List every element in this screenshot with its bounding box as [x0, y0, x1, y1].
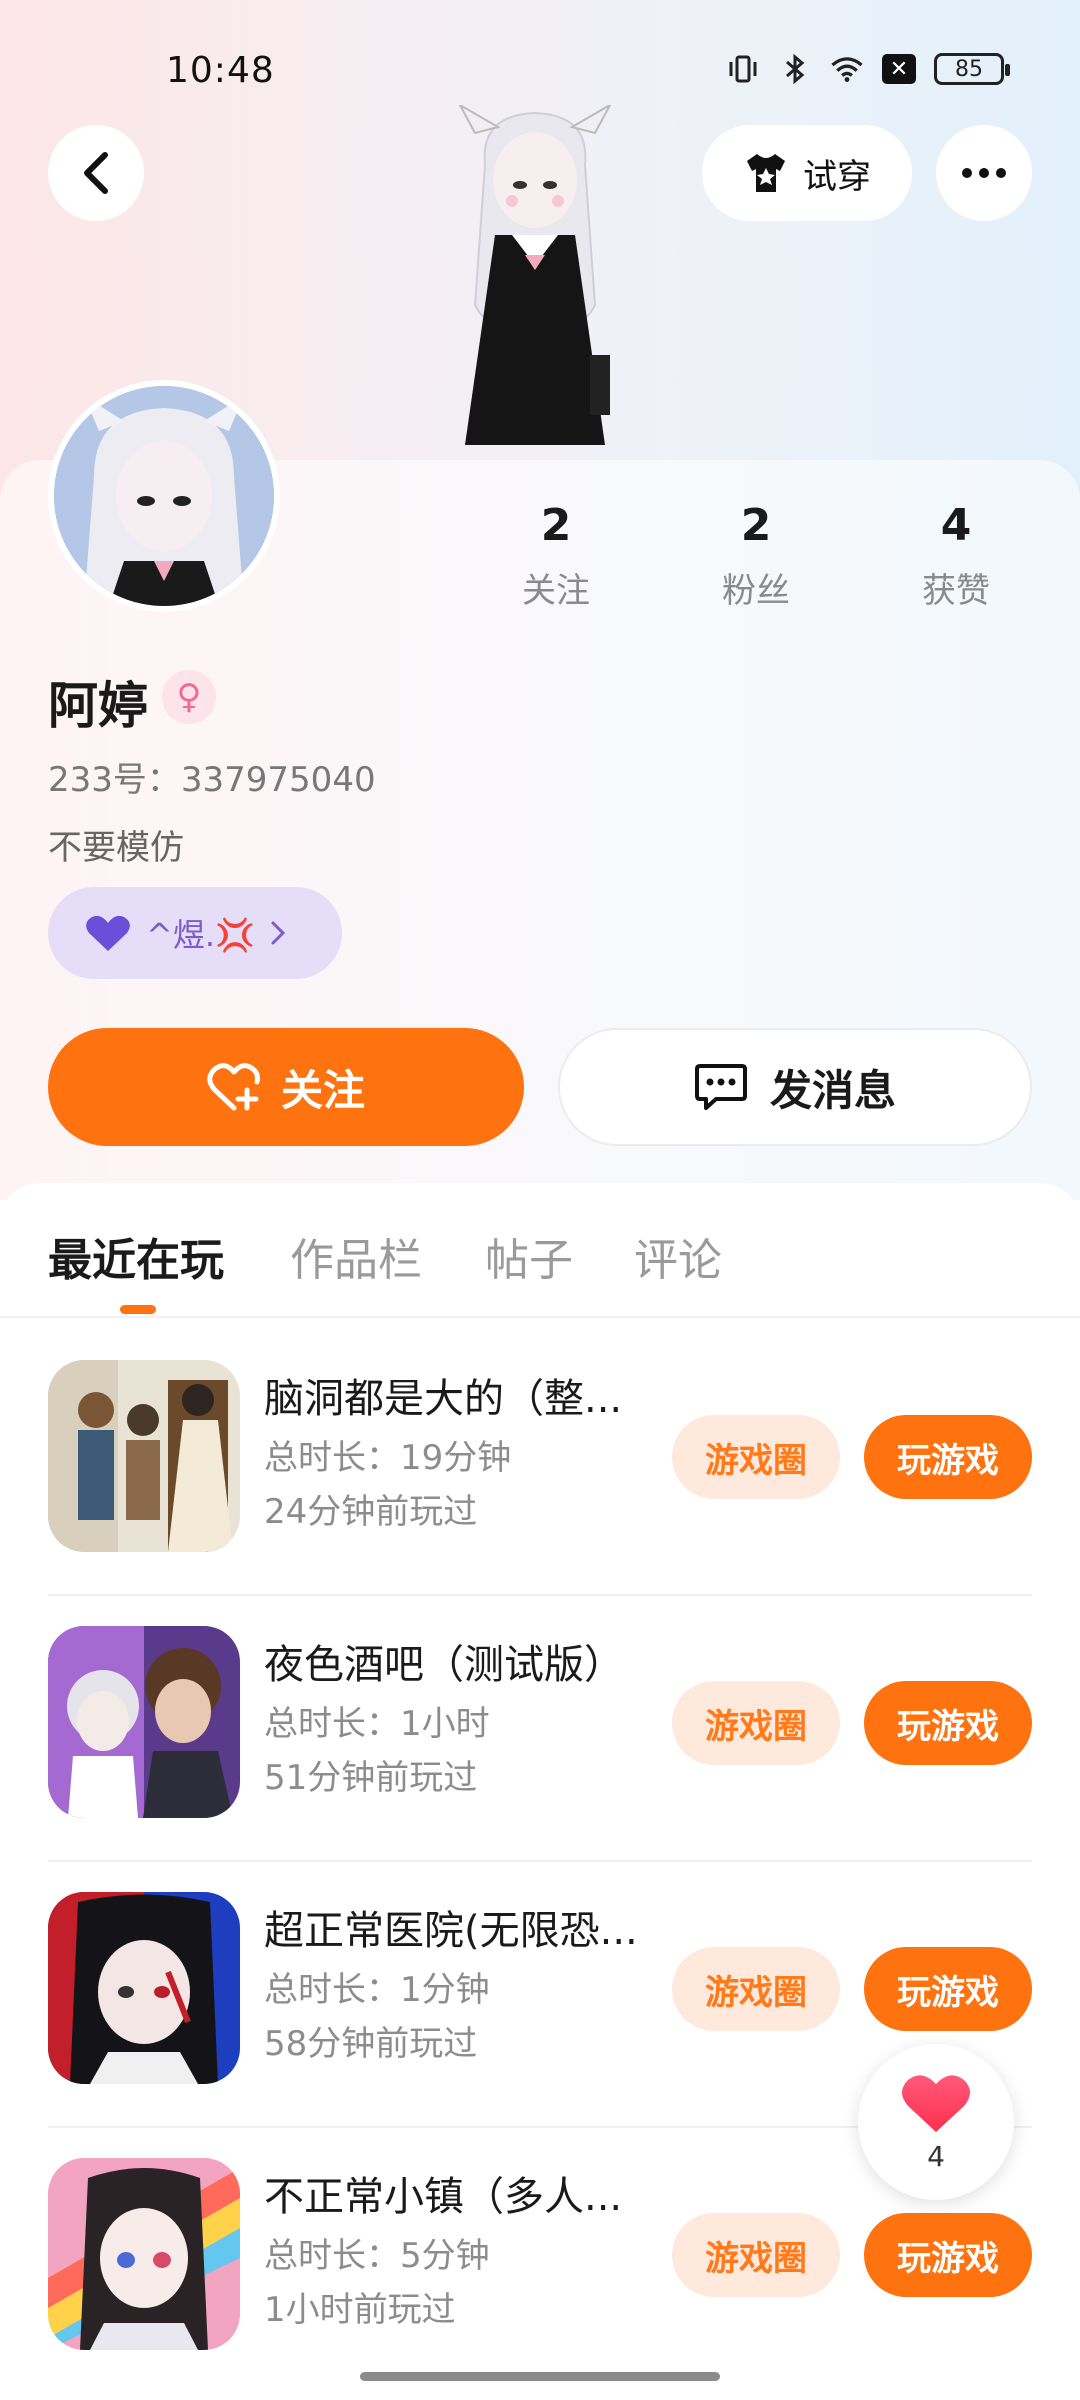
game-icon — [48, 1626, 240, 1818]
stat-likes-label: 获赞 — [922, 571, 990, 611]
game-duration: 总时长：1分钟 — [264, 1970, 490, 2010]
notification-x-icon: ✕ — [882, 54, 916, 84]
game-last-played: 1小时前玩过 — [264, 2290, 456, 2330]
more-dots-icon — [962, 168, 972, 178]
active-tab-indicator — [120, 1305, 156, 1314]
cp-relationship-chip[interactable]: ^煜.💢 — [48, 887, 342, 979]
game-title: 夜色酒吧（测试版） — [264, 1642, 624, 1688]
tshirt-icon — [747, 154, 785, 192]
game-list-item[interactable]: 脑洞都是大的（整... 总时长：19分钟 24分钟前玩过 游戏圈 玩游戏 — [0, 1330, 1080, 1596]
tab-posts[interactable]: 帖子 — [485, 1224, 573, 1288]
tab-recently-played[interactable]: 最近在玩 — [48, 1224, 224, 1288]
follow-button[interactable]: 关注 — [48, 1028, 524, 1146]
game-circle-button[interactable]: 游戏圈 — [672, 2213, 840, 2297]
play-game-button[interactable]: 玩游戏 — [864, 1947, 1032, 2031]
avatar-image — [54, 386, 274, 606]
battery-indicator: 85 — [934, 53, 1010, 85]
try-on-button[interactable]: 试穿 — [702, 125, 912, 221]
game-last-played: 58分钟前玩过 — [264, 2024, 478, 2064]
game-icon — [48, 1892, 240, 2084]
play-game-button[interactable]: 玩游戏 — [864, 2213, 1032, 2297]
stat-followers-label: 粉丝 — [722, 571, 790, 611]
user-bio: 不要模仿 — [48, 828, 184, 868]
vibrate-icon — [726, 52, 760, 86]
chat-bubble-icon — [694, 1064, 747, 1110]
back-arrow-icon — [84, 152, 108, 194]
game-circle-button[interactable]: 游戏圈 — [672, 1681, 840, 1765]
purple-heart-icon — [86, 915, 130, 951]
game-duration: 总时长：1小时 — [264, 1704, 490, 1744]
game-circle-button[interactable]: 游戏圈 — [672, 1947, 840, 2031]
game-title: 脑洞都是大的（整... — [264, 1376, 623, 1422]
stat-following[interactable]: 2 关注 — [456, 500, 656, 612]
send-message-label: 发消息 — [769, 1065, 896, 1115]
game-title: 不正常小镇（多人... — [264, 2174, 623, 2220]
user-id: 233号：337975040 — [48, 760, 376, 800]
tab-comments[interactable]: 评论 — [634, 1224, 722, 1288]
more-options-button[interactable] — [936, 125, 1032, 221]
play-game-button[interactable]: 玩游戏 — [864, 1681, 1032, 1765]
stat-followers[interactable]: 2 粉丝 — [656, 500, 856, 612]
chevron-right-icon — [271, 921, 285, 945]
like-count: 4 — [927, 2139, 945, 2173]
game-last-played: 51分钟前玩过 — [264, 1758, 478, 1798]
heart-icon — [902, 2074, 970, 2132]
username: 阿婷 — [48, 677, 148, 735]
game-title: 超正常医院(无限恐... — [264, 1908, 638, 1954]
stat-likes[interactable]: 4 获赞 — [856, 500, 1056, 612]
status-icons: ✕ 85 — [726, 52, 1010, 86]
cp-tag-label: ^煜.💢 — [146, 916, 255, 954]
stat-followers-count: 2 — [740, 500, 772, 551]
game-circle-button[interactable]: 游戏圈 — [672, 1415, 840, 1499]
send-message-button[interactable]: 发消息 — [558, 1028, 1032, 1146]
profile-stats: 2 关注 2 粉丝 4 获赞 — [456, 500, 1056, 612]
follow-label: 关注 — [280, 1065, 365, 1115]
avatar[interactable] — [48, 380, 280, 612]
game-duration: 总时长：19分钟 — [264, 1438, 512, 1478]
try-on-label: 试穿 — [803, 156, 871, 197]
stat-following-label: 关注 — [522, 571, 590, 611]
home-indicator[interactable] — [360, 2372, 720, 2381]
game-last-played: 24分钟前玩过 — [264, 1492, 478, 1532]
game-icon — [48, 1360, 240, 1552]
game-icon — [48, 2158, 240, 2350]
tab-divider — [0, 1316, 1080, 1318]
game-list-item[interactable]: 夜色酒吧（测试版） 总时长：1小时 51分钟前玩过 游戏圈 玩游戏 — [0, 1596, 1080, 1862]
stat-following-count: 2 — [540, 500, 572, 551]
back-button[interactable] — [48, 125, 144, 221]
bluetooth-icon — [778, 52, 812, 86]
tab-works[interactable]: 作品栏 — [290, 1224, 422, 1288]
floating-like-button[interactable]: 4 — [858, 2044, 1014, 2200]
wifi-icon — [830, 52, 864, 86]
character-figure — [458, 105, 612, 445]
status-time: 10:48 — [166, 50, 275, 91]
heart-plus-icon — [207, 1063, 260, 1111]
play-game-button[interactable]: 玩游戏 — [864, 1415, 1032, 1499]
stat-likes-count: 4 — [940, 500, 972, 551]
game-duration: 总时长：5分钟 — [264, 2236, 490, 2276]
female-gender-icon: ♀ — [162, 670, 216, 724]
